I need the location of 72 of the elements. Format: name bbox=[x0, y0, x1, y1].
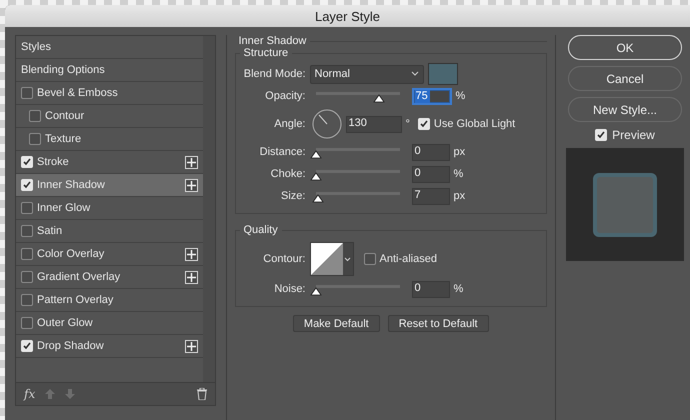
style-label: Inner Glow bbox=[37, 202, 92, 214]
checkbox[interactable] bbox=[21, 87, 33, 99]
color-swatch[interactable] bbox=[428, 63, 458, 85]
field-label: Contour: bbox=[262, 253, 306, 265]
style-item[interactable]: Inner Shadow bbox=[16, 174, 202, 197]
checkbox-label: Anti-aliased bbox=[380, 253, 437, 265]
style-label: Bevel & Emboss bbox=[37, 87, 119, 99]
checkbox[interactable] bbox=[21, 248, 33, 260]
trash-icon[interactable] bbox=[196, 388, 206, 400]
chevron-down-icon bbox=[344, 256, 351, 262]
checkbox[interactable] bbox=[29, 133, 41, 145]
field-label: Noise: bbox=[273, 283, 306, 295]
slider-thumb[interactable] bbox=[310, 286, 322, 296]
field-label: Distance: bbox=[258, 146, 306, 158]
field-label: Opacity: bbox=[264, 90, 306, 102]
style-label: Contour bbox=[45, 110, 86, 122]
chevron-down-icon bbox=[410, 71, 418, 77]
checkbox[interactable] bbox=[21, 317, 33, 329]
unit-label: % bbox=[454, 168, 464, 180]
style-label: Satin bbox=[37, 225, 64, 237]
add-button[interactable] bbox=[184, 178, 198, 192]
default-button[interactable]: Make Default bbox=[292, 315, 380, 332]
contour-picker[interactable] bbox=[310, 242, 354, 276]
checkbox[interactable] bbox=[21, 271, 33, 283]
checkbox-label: Preview bbox=[612, 128, 655, 142]
unit-label: px bbox=[454, 190, 466, 202]
unit-label: px bbox=[454, 146, 466, 158]
add-button[interactable] bbox=[184, 248, 198, 260]
field-label: Angle: bbox=[273, 118, 306, 130]
checkbox[interactable] bbox=[364, 253, 376, 265]
style-label: Pattern Overlay bbox=[37, 294, 114, 306]
style-label: Gradient Overlay bbox=[37, 271, 122, 283]
add-button[interactable] bbox=[184, 156, 198, 168]
style-label: Texture bbox=[45, 133, 82, 145]
unit-label: % bbox=[456, 90, 466, 102]
add-button[interactable] bbox=[184, 270, 198, 284]
checkbox-label: Use Global Light bbox=[434, 118, 516, 130]
unit-label: % bbox=[454, 283, 464, 295]
style-label: Color Overlay bbox=[37, 248, 106, 260]
checkbox[interactable] bbox=[21, 202, 33, 214]
blend-mode-dropdown[interactable]: Normal bbox=[310, 64, 424, 84]
unit-label: ° bbox=[406, 118, 410, 130]
value-field[interactable]: 0 bbox=[412, 280, 450, 298]
slider-thumb[interactable] bbox=[310, 150, 322, 158]
value-field[interactable]: 0 bbox=[412, 144, 450, 160]
field-label: Blend Mode: bbox=[242, 68, 306, 80]
angle-dial[interactable] bbox=[312, 109, 342, 139]
value-field[interactable]: 0 bbox=[412, 166, 450, 182]
value-field[interactable]: 130 bbox=[346, 116, 402, 132]
style-label: Outer Glow bbox=[37, 317, 94, 329]
default-button[interactable]: Reset to Default bbox=[388, 315, 489, 332]
field-label: Choke: bbox=[270, 168, 306, 180]
window-title: Layer Style bbox=[5, 5, 690, 27]
field-label: Size: bbox=[280, 190, 306, 202]
value-field[interactable]: 7 bbox=[412, 188, 450, 204]
dialog-button[interactable]: New Style... bbox=[568, 97, 682, 122]
checkbox[interactable] bbox=[29, 110, 41, 122]
style-label: Stroke bbox=[37, 156, 70, 168]
checkbox[interactable] bbox=[21, 225, 33, 237]
value-field[interactable]: 75 bbox=[412, 88, 452, 104]
dialog-button[interactable]: Cancel bbox=[568, 66, 682, 91]
slider-thumb[interactable] bbox=[310, 172, 322, 180]
fx-icon[interactable]: fx bbox=[24, 387, 36, 401]
section-title: Inner Shadow bbox=[238, 35, 308, 47]
group-title: Structure bbox=[242, 47, 290, 59]
add-button[interactable] bbox=[184, 340, 198, 352]
style-label: Inner Shadow bbox=[37, 179, 106, 191]
group-title: Quality bbox=[242, 224, 279, 236]
dialog-button[interactable]: OK bbox=[568, 35, 682, 60]
checkbox[interactable] bbox=[21, 294, 33, 306]
slider-thumb[interactable] bbox=[312, 194, 324, 202]
style-label: Drop Shadow bbox=[37, 340, 105, 352]
